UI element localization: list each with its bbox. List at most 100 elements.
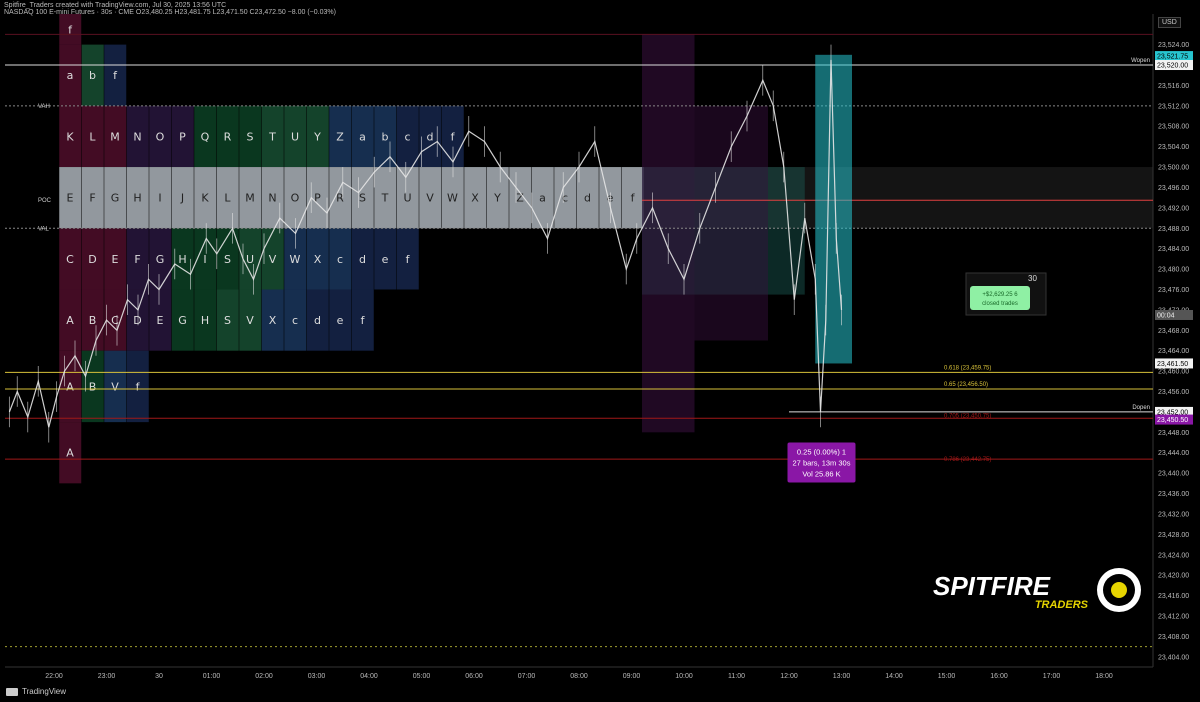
- price-tag-label: 23,521.75: [1157, 54, 1188, 61]
- time-tick-label: 11:00: [728, 673, 745, 680]
- tpo-letter: M: [110, 130, 120, 143]
- tpo-letter: Q: [201, 130, 210, 143]
- poc-label: POC: [38, 198, 52, 204]
- price-tick-label: 23,416.00: [1158, 593, 1189, 600]
- tpo-letter: T: [268, 130, 276, 143]
- range-box: [815, 54, 852, 364]
- price-tick-label: 23,524.00: [1158, 42, 1189, 49]
- price-tick-label: 23,516.00: [1158, 83, 1189, 90]
- time-tick-label: 09:00: [623, 673, 641, 680]
- watermark-target-icon-core: [1111, 582, 1127, 598]
- price-tick-label: 23,492.00: [1158, 205, 1189, 212]
- price-tag-label: 23,461.50: [1157, 361, 1188, 368]
- footer: TradingView: [6, 687, 66, 696]
- footer-brand: TradingView: [22, 687, 67, 696]
- price-chart[interactable]: 23,524.00 23,520.00 23,516.00 23,512.00 23,5…: [0, 0, 1200, 702]
- time-tick-label: 05:00: [413, 673, 431, 680]
- tpo-letter: c: [337, 253, 343, 266]
- tpo-letter: J: [180, 192, 184, 205]
- time-tick-label: 04:00: [360, 673, 378, 680]
- price-tick-label: 23,424.00: [1158, 552, 1189, 559]
- vah-label: VAH: [38, 104, 50, 110]
- tpo-letter: d: [427, 130, 434, 143]
- time-tick-label: 22:00: [45, 673, 63, 680]
- tpo-letter: F: [134, 253, 140, 266]
- tpo-letter: A: [66, 447, 74, 460]
- price-tick-label: 23,408.00: [1158, 634, 1189, 641]
- tpo-letter: d: [584, 192, 591, 205]
- price-tick-label: 23,444.00: [1158, 450, 1189, 457]
- trades-badge-line1: +$2,629.25 6: [982, 292, 1018, 298]
- tpo-letter: E: [157, 314, 164, 327]
- tpo-letter: O: [291, 192, 300, 205]
- time-tick-label: 17:00: [1043, 673, 1061, 680]
- price-tick-label: 23,420.00: [1158, 573, 1189, 580]
- tpo-letter: M: [245, 192, 255, 205]
- tpo-letter: K: [66, 130, 74, 143]
- tpo-letter: R: [224, 130, 232, 143]
- tpo-letter: c: [404, 130, 410, 143]
- tpo-letter: V: [246, 314, 254, 327]
- time-tick-label: 15:00: [938, 673, 956, 680]
- time-tick-label: 30: [155, 673, 163, 680]
- time-tick-label: 12:00: [780, 673, 798, 680]
- tpo-letter: a: [359, 130, 366, 143]
- price-tick-label: 23,448.00: [1158, 430, 1189, 437]
- price-tick-label: 23,428.00: [1158, 532, 1189, 539]
- price-tick-label: 23,512.00: [1158, 103, 1189, 110]
- measure-tooltip-line: Vol 25.86 K: [802, 470, 840, 479]
- tpo-letter: G: [178, 314, 187, 327]
- tpo-letter: Z: [336, 130, 344, 143]
- trades-badge-line2: closed trades: [982, 301, 1018, 307]
- time-tick-label: 03:00: [308, 673, 326, 680]
- tpo-letter: a: [67, 69, 74, 82]
- time-tick-label: 13:00: [833, 673, 851, 680]
- tpo-letter: L: [89, 130, 96, 143]
- tpo-letter: S: [224, 314, 231, 327]
- time-tick-label: 10:00: [675, 673, 693, 680]
- tpo-letter: P: [314, 192, 321, 205]
- tpo-letter: b: [89, 69, 96, 82]
- tpo-letter: L: [224, 192, 231, 205]
- price-tag-label: 23,450.50: [1157, 417, 1188, 424]
- tpo-letter: E: [67, 192, 74, 205]
- price-tick-label: 23,412.00: [1158, 613, 1189, 620]
- tpo-letter: P: [179, 130, 186, 143]
- val-label: VAL: [38, 226, 50, 232]
- tpo-letter: a: [539, 192, 546, 205]
- fib-065-label: 0.65 (23,456.50): [944, 382, 988, 388]
- time-tick-label: 02:00: [255, 673, 273, 680]
- price-tick-label: 23,456.00: [1158, 389, 1189, 396]
- price-tick-label: 23,504.00: [1158, 144, 1189, 151]
- tpo-letter: B: [89, 314, 97, 327]
- time-tick-label: 23:00: [98, 673, 116, 680]
- tpo-letter: A: [66, 314, 74, 327]
- tpo-letter: U: [246, 253, 254, 266]
- time-tick-label: 14:00: [885, 673, 903, 680]
- time-tick-label: 18:00: [1095, 673, 1113, 680]
- price-tick-label: 23,404.00: [1158, 654, 1189, 661]
- measure-tooltip-line: 27 bars, 13m 30s: [793, 459, 851, 468]
- time-tick-label: 01:00: [203, 673, 221, 680]
- price-tick-label: 23,480.00: [1158, 267, 1189, 274]
- tpo-letter: F: [89, 192, 95, 205]
- tpo-letter: N: [268, 192, 276, 205]
- tpo-letter: V: [426, 192, 434, 205]
- price-tick-label: 23,488.00: [1158, 226, 1189, 233]
- price-tick-label: 23,500.00: [1158, 165, 1189, 172]
- weekly-open-label: Wopen: [1131, 58, 1150, 64]
- tpo-letter: X: [269, 314, 277, 327]
- tpo-letter: S: [224, 253, 231, 266]
- tpo-letter: V: [269, 253, 277, 266]
- tpo-letter: D: [133, 314, 141, 327]
- time-tick-label: 08:00: [570, 673, 588, 680]
- tpo-letter: C: [66, 253, 74, 266]
- tpo-letter: H: [133, 192, 141, 205]
- price-tick-label: 23,508.00: [1158, 124, 1189, 131]
- tpo-letter: U: [291, 130, 299, 143]
- tpo-letter: W: [447, 192, 458, 205]
- tpo-letter: I: [158, 192, 161, 205]
- price-tick-label: 23,436.00: [1158, 491, 1189, 498]
- tpo-letter: e: [382, 253, 389, 266]
- tpo-letter: Y: [493, 192, 501, 205]
